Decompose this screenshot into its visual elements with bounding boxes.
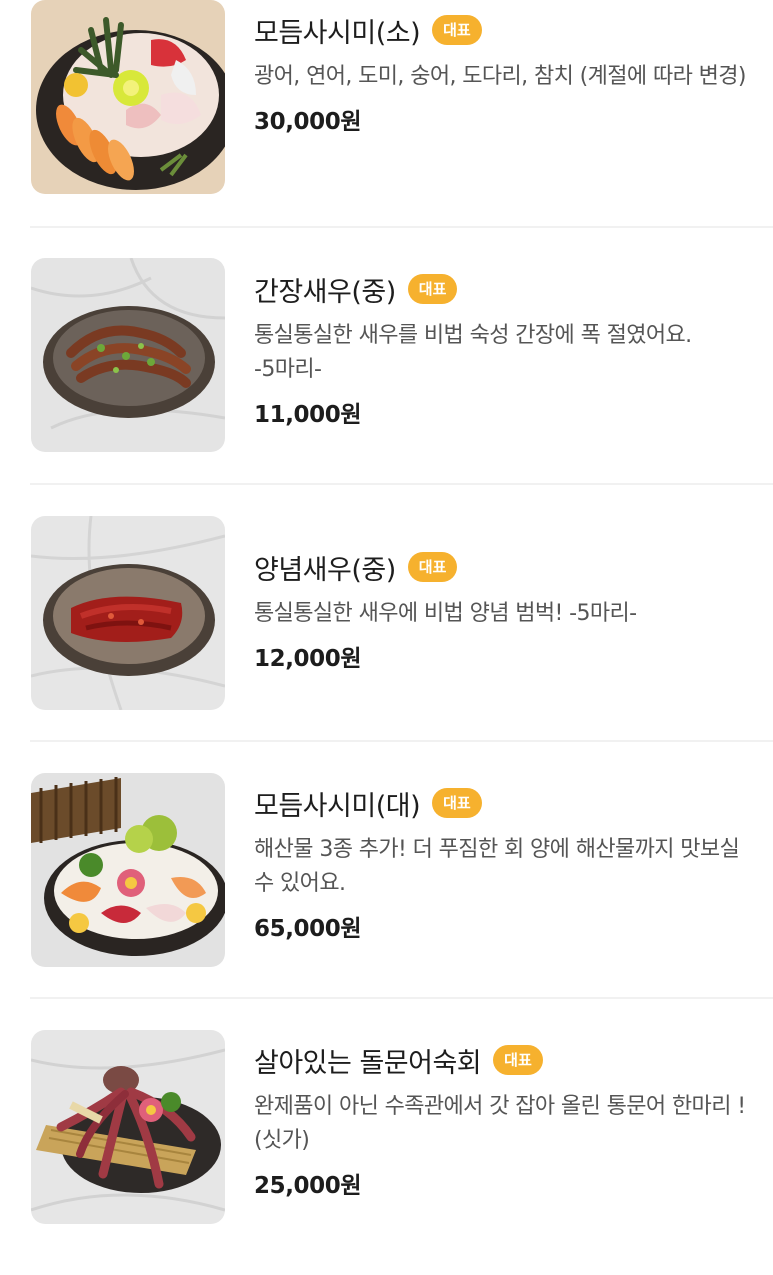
menu-item[interactable]: 모듬사시미(대) 대표 해산물 3종 추가! 더 푸짐한 회 양에 해산물까지 …	[0, 771, 773, 1028]
signature-badge: 대표	[493, 1045, 543, 1075]
menu-item[interactable]: 양념새우(중) 대표 통실통실한 새우에 비법 양념 범벅! -5마리- 12,…	[0, 514, 773, 771]
menu-item-description: 해산물 3종 추가! 더 푸짐한 회 양에 해산물까지 맛보실 수 있어요.	[254, 837, 740, 896]
soy-shrimp-photo[interactable]	[31, 258, 225, 452]
sashimi-platter-photo[interactable]	[31, 0, 225, 194]
signature-badge: 대표	[407, 274, 458, 304]
menu-item-price: 30,000원	[254, 109, 362, 135]
signature-badge: 대표	[432, 788, 482, 818]
menu-item-price: 65,000원	[254, 916, 362, 942]
menu-item[interactable]: 살아있는 돌문어숙회 대표 완제품이 아닌 수족관에서 갓 잡아 올린 통문어 …	[0, 1028, 773, 1275]
menu-item-name: 모듬사시미(소)	[254, 17, 421, 49]
menu-item-description: 통실통실한 새우에 비법 양념 범벅! -5마리-	[254, 601, 637, 626]
menu-item-description: 완제품이 아닌 수족관에서 갓 잡아 올린 통문어 한마리 ! (싯가)	[254, 1094, 746, 1153]
menu-item-name: 간장새우(중)	[254, 276, 396, 308]
large-sashimi-platter-photo[interactable]	[31, 773, 225, 967]
divider	[30, 997, 773, 999]
menu-item-price: 12,000원	[254, 646, 362, 672]
menu-item[interactable]: 모듬사시미(소) 대표 광어, 연어, 도미, 숭어, 도다리, 참치 (계절에…	[0, 0, 773, 257]
spicy-shrimp-photo[interactable]	[31, 516, 225, 710]
octopus-photo[interactable]	[31, 1030, 225, 1224]
divider	[30, 740, 773, 742]
menu-item-name: 양념새우(중)	[254, 554, 396, 586]
menu-list: 모듬사시미(소) 대표 광어, 연어, 도미, 숭어, 도다리, 참치 (계절에…	[0, 0, 773, 1275]
menu-item-description: 광어, 연어, 도미, 숭어, 도다리, 참치 (계절에 따라 변경)	[254, 64, 746, 89]
divider	[30, 483, 773, 485]
menu-item-name: 모듬사시미(대)	[254, 790, 421, 822]
menu-item-price: 25,000원	[254, 1173, 362, 1199]
signature-badge: 대표	[432, 15, 482, 45]
menu-item-price: 11,000원	[254, 402, 362, 428]
menu-item-name: 살아있는 돌문어숙회	[254, 1047, 482, 1079]
menu-item-description: 통실통실한 새우를 비법 숙성 간장에 폭 절였어요. -5마리-	[254, 323, 692, 382]
menu-item[interactable]: 간장새우(중) 대표 통실통실한 새우를 비법 숙성 간장에 폭 절였어요. -…	[0, 257, 773, 514]
signature-badge: 대표	[407, 552, 458, 582]
divider	[30, 226, 773, 228]
